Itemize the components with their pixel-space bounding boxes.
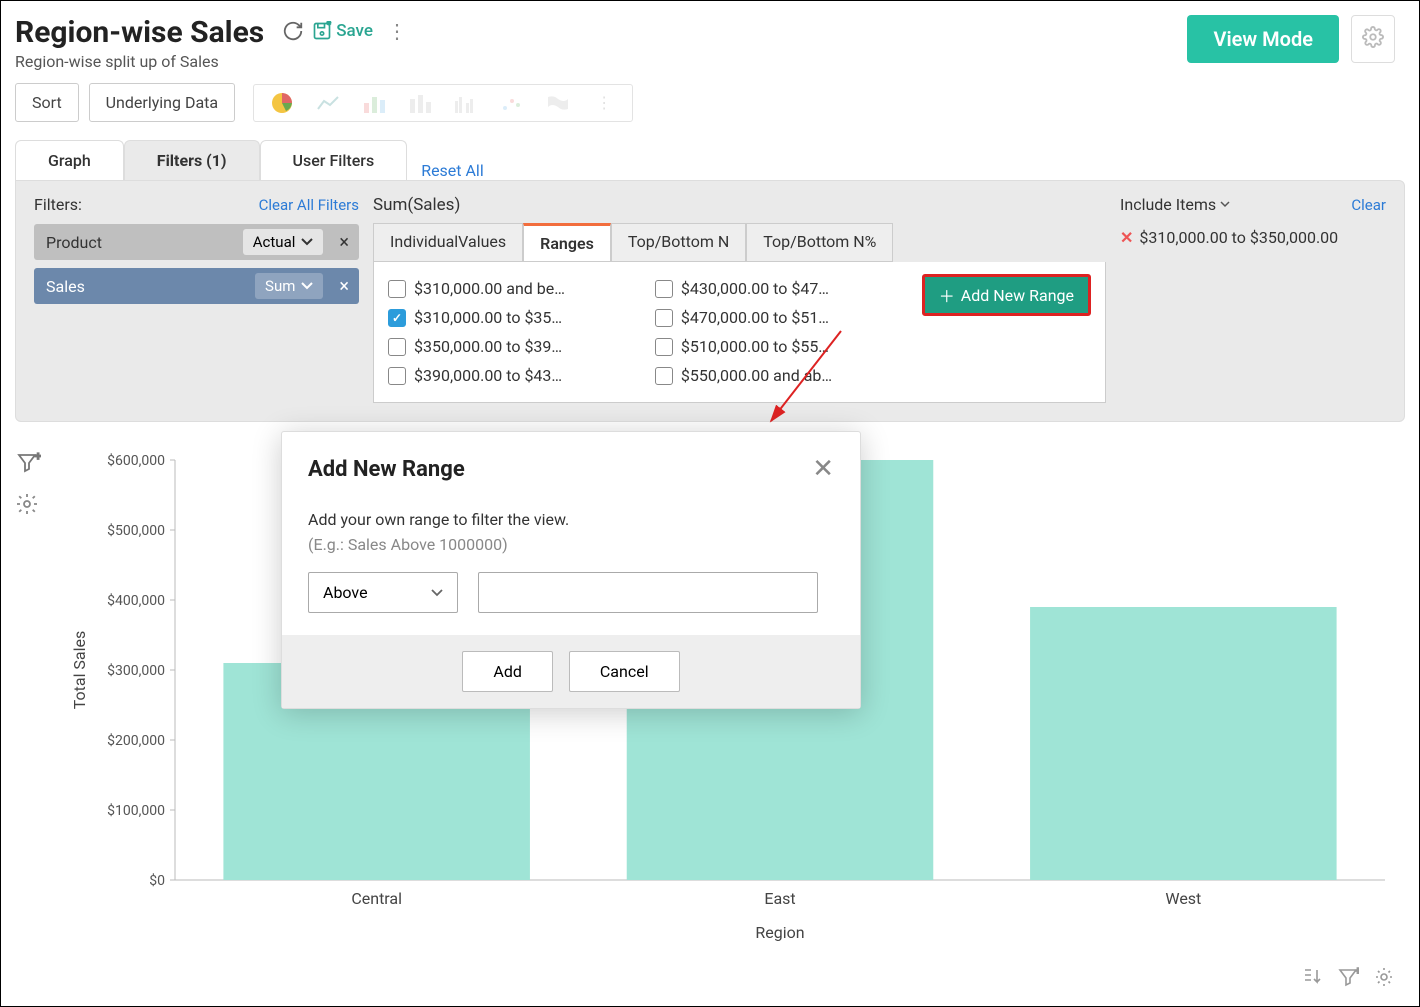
scatter-icon[interactable] xyxy=(498,91,526,115)
cancel-button[interactable]: Cancel xyxy=(569,651,680,692)
add-new-range-dialog: Add New Range ✕ Add your own range to fi… xyxy=(281,431,861,709)
more-icon[interactable]: ⋮ xyxy=(381,19,413,43)
pie-chart-icon[interactable] xyxy=(268,91,296,115)
more-charts-icon[interactable]: ⋮ xyxy=(590,91,618,115)
tab-ranges[interactable]: Ranges xyxy=(523,223,611,262)
refresh-icon[interactable] xyxy=(282,20,304,42)
svg-text:Central: Central xyxy=(351,889,402,908)
dialog-desc: Add your own range to filter the view. xyxy=(308,510,834,529)
chart-type-selector: ⋮ xyxy=(253,84,633,122)
svg-text:Total Sales: Total Sales xyxy=(70,631,89,710)
gear-icon[interactable] xyxy=(1373,966,1395,992)
dialog-example: (E.g.: Sales Above 1000000) xyxy=(308,535,834,554)
svg-text:$300,000: $300,000 xyxy=(107,662,165,679)
stacked-bar-icon[interactable] xyxy=(406,91,434,115)
svg-text:*: * xyxy=(327,21,331,30)
range-checkbox[interactable] xyxy=(655,309,673,327)
include-clear-link[interactable]: Clear xyxy=(1351,196,1386,214)
svg-text:Region: Region xyxy=(755,923,804,942)
grouped-bar-icon[interactable] xyxy=(452,91,480,115)
underlying-data-button[interactable]: Underlying Data xyxy=(89,83,235,122)
funnel-add-icon[interactable]: + xyxy=(1337,966,1359,992)
sales-aggregate-dropdown[interactable]: Sum xyxy=(255,273,323,299)
clear-all-filters-link[interactable]: Clear All Filters xyxy=(259,196,359,214)
svg-text:$100,000: $100,000 xyxy=(107,802,165,819)
remove-product-filter[interactable]: × xyxy=(329,232,359,253)
tab-graph[interactable]: Graph xyxy=(15,140,124,180)
save-button[interactable]: * Save xyxy=(312,21,373,41)
range-checkbox[interactable] xyxy=(655,280,673,298)
bar-chart-icon[interactable] xyxy=(360,91,388,115)
svg-text:$0: $0 xyxy=(149,872,165,889)
range-checkbox[interactable] xyxy=(655,367,673,385)
sort-button[interactable]: Sort xyxy=(15,83,79,122)
svg-text:$600,000: $600,000 xyxy=(107,452,165,469)
svg-text:West: West xyxy=(1165,889,1201,908)
page-subtitle: Region-wise split up of Sales xyxy=(15,52,264,71)
tab-top-bottom-n-pct[interactable]: Top/Bottom N% xyxy=(746,223,893,262)
page-title: Region-wise Sales xyxy=(15,15,264,50)
tab-user-filters[interactable]: User Filters xyxy=(260,140,408,180)
range-checkbox[interactable] xyxy=(388,338,406,356)
range-checkbox[interactable] xyxy=(388,367,406,385)
add-button[interactable]: Add xyxy=(462,651,552,692)
svg-text:$400,000: $400,000 xyxy=(107,592,165,609)
svg-text:$500,000: $500,000 xyxy=(107,522,165,539)
filters-heading: Filters: xyxy=(34,195,82,214)
dialog-title: Add New Range xyxy=(308,457,465,482)
tab-top-bottom-n[interactable]: Top/Bottom N xyxy=(611,223,746,262)
settings-icon[interactable] xyxy=(1351,15,1395,63)
line-chart-icon[interactable] xyxy=(314,91,342,115)
include-items-dropdown[interactable]: Include Items xyxy=(1120,195,1230,214)
range-condition-select[interactable]: Above xyxy=(308,572,458,613)
included-range-item: ✕ $310,000.00 to $350,000.00 xyxy=(1120,228,1386,247)
reset-all-link[interactable]: Reset All xyxy=(421,161,484,180)
filter-chip-sales[interactable]: Sales Sum × xyxy=(34,268,359,304)
filter-metric-title: Sum(Sales) xyxy=(373,195,1106,215)
tab-individual-values[interactable]: IndividualValues xyxy=(373,223,523,262)
svg-text:+: + xyxy=(35,450,41,463)
map-icon[interactable] xyxy=(544,91,572,115)
remove-sales-filter[interactable]: × xyxy=(329,276,359,297)
product-aggregate-dropdown[interactable]: Actual xyxy=(243,229,324,255)
funnel-add-icon[interactable]: + xyxy=(15,450,41,480)
sort-az-icon[interactable] xyxy=(1301,966,1323,992)
gear-icon[interactable] xyxy=(15,492,41,520)
tab-filters[interactable]: Filters (1) xyxy=(124,140,260,180)
svg-text:$200,000: $200,000 xyxy=(107,732,165,749)
range-value-input[interactable] xyxy=(478,572,818,613)
svg-text:+: + xyxy=(1355,966,1359,977)
add-new-range-button[interactable]: ＋ Add New Range xyxy=(922,274,1091,316)
range-checkbox[interactable] xyxy=(388,280,406,298)
remove-include-item[interactable]: ✕ xyxy=(1120,228,1133,247)
range-checkbox[interactable] xyxy=(655,338,673,356)
svg-text:East: East xyxy=(764,889,795,908)
view-mode-button[interactable]: View Mode xyxy=(1187,15,1339,63)
range-checkbox[interactable] xyxy=(388,309,406,327)
filter-chip-product[interactable]: Product Actual × xyxy=(34,224,359,260)
close-icon[interactable]: ✕ xyxy=(812,454,834,484)
